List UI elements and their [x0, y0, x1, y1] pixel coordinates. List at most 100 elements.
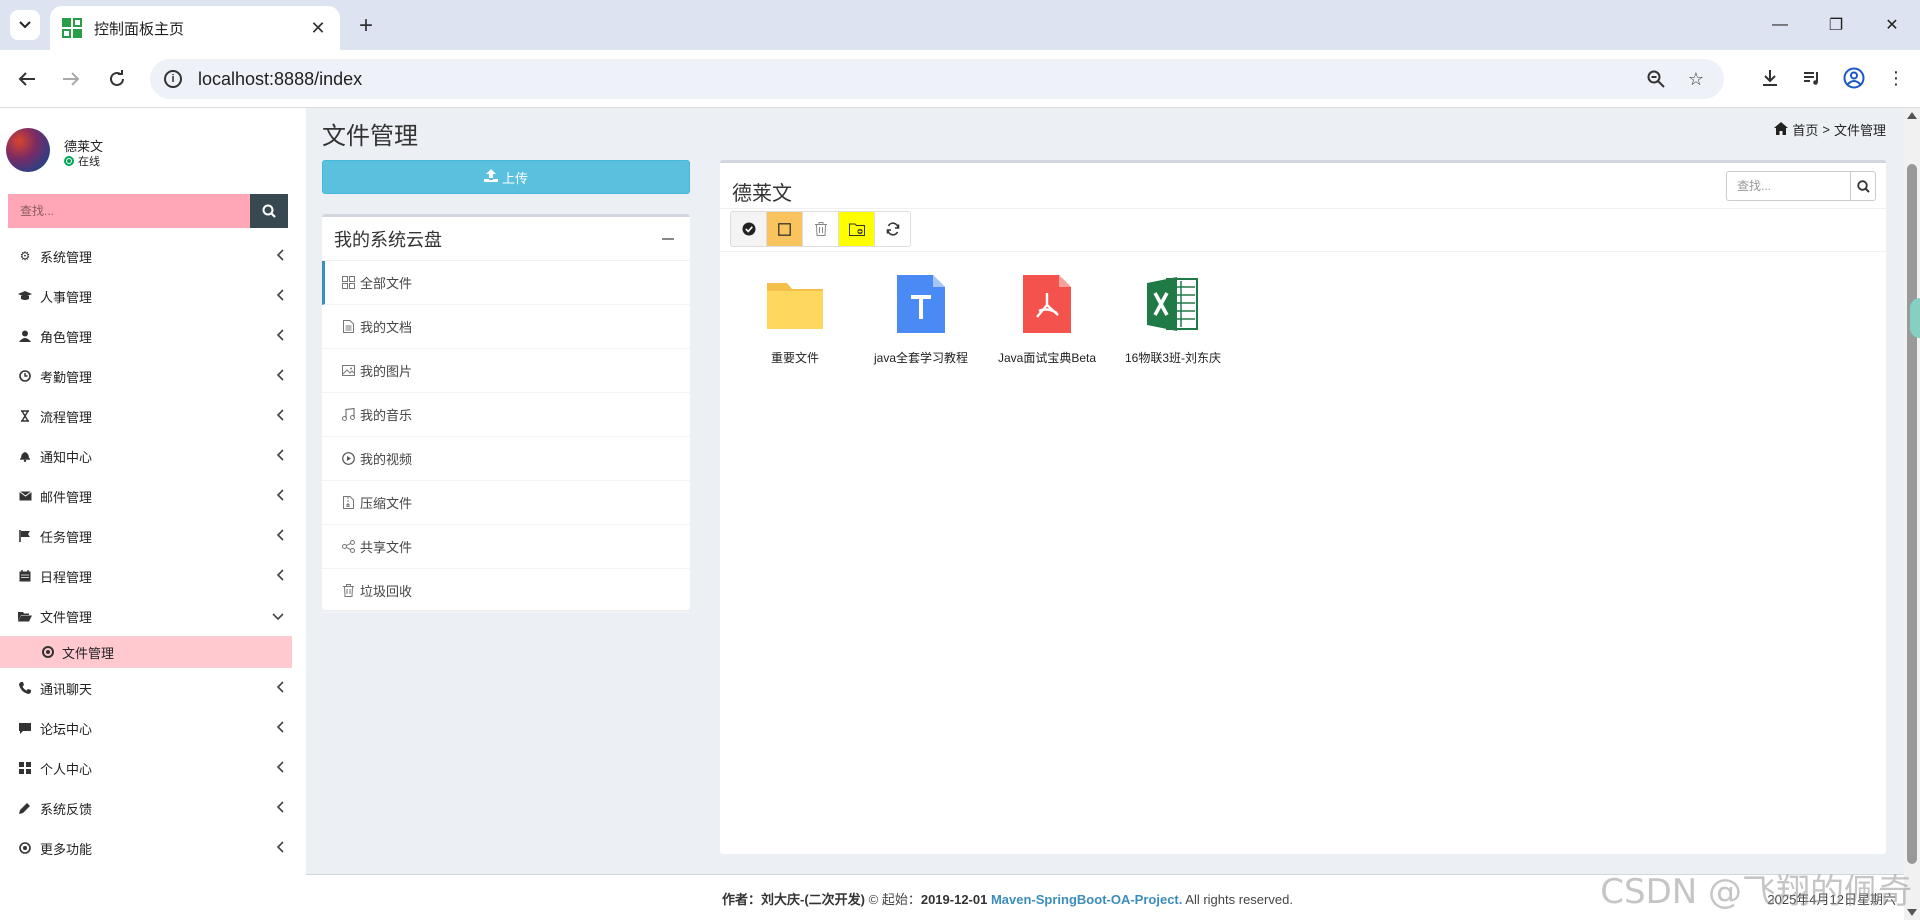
pdf-file-icon — [1017, 273, 1077, 335]
home-icon — [1774, 122, 1788, 138]
sidebar-item-more[interactable]: 更多功能 — [0, 828, 292, 868]
sidebar-item-mail[interactable]: 邮件管理 — [0, 476, 292, 516]
sidebar-subitem-file-manage[interactable]: 文件管理 — [0, 636, 292, 668]
close-window-button[interactable]: ✕ — [1864, 0, 1920, 50]
folder-item-docs[interactable]: 我的文档 — [322, 305, 690, 349]
chevron-down-icon — [19, 21, 31, 29]
folder-item-label: 我的图片 — [360, 361, 412, 380]
share-icon — [340, 539, 356, 555]
reload-icon — [108, 70, 126, 88]
cloud-drive-header: 我的系统云盘 — [322, 217, 690, 261]
folder-item-all[interactable]: 全部文件 — [322, 261, 690, 305]
folder-item-shared[interactable]: 共享文件 — [322, 525, 690, 569]
download-icon[interactable] — [1756, 64, 1784, 92]
upload-button[interactable]: 上传 — [322, 160, 690, 194]
url-text[interactable]: localhost:8888/index — [198, 69, 1630, 90]
files-panel: 德莱文 重要文件 — [720, 160, 1886, 854]
files-toolbar — [730, 211, 911, 247]
files-search-button[interactable] — [1850, 171, 1876, 201]
chevron-left-icon — [276, 568, 284, 584]
file-name: 16物联3班-刘东庆 — [1115, 349, 1231, 366]
trash-icon — [815, 222, 827, 236]
page-scrollbar[interactable] — [1904, 108, 1920, 920]
file-tile-text-doc[interactable]: java全套学习教程 — [858, 273, 984, 366]
file-tile-excel[interactable]: 16物联3班-刘东庆 — [1110, 273, 1236, 366]
tab-title: 控制面板主页 — [94, 18, 308, 39]
sidebar-item-process[interactable]: 流程管理 — [0, 396, 292, 436]
sidebar-item-label: 论坛中心 — [40, 719, 92, 738]
search-icon — [1857, 180, 1870, 193]
zoom-icon[interactable] — [1642, 65, 1670, 93]
tab-search-button[interactable] — [10, 10, 40, 40]
new-tab-button[interactable]: + — [352, 12, 380, 40]
move-folder-button[interactable] — [838, 211, 875, 247]
folder-item-label: 垃圾回收 — [360, 581, 412, 600]
address-bar[interactable]: i localhost:8888/index ☆ — [150, 59, 1724, 99]
bell-icon — [18, 449, 32, 463]
chevron-left-icon — [276, 680, 284, 696]
grid-icon — [18, 761, 32, 775]
browser-tab[interactable]: 控制面板主页 ✕ — [50, 6, 340, 50]
kebab-menu-icon[interactable]: ⋮ — [1882, 64, 1910, 92]
chevron-left-icon — [276, 800, 284, 816]
folder-item-video[interactable]: 我的视频 — [322, 437, 690, 481]
side-panel-handle[interactable] — [1910, 298, 1920, 338]
sidebar-item-notice[interactable]: 通知中心 — [0, 436, 292, 476]
chevron-left-icon — [276, 408, 284, 424]
profile-icon[interactable] — [1840, 64, 1868, 92]
refresh-button[interactable] — [874, 211, 911, 247]
sidebar-item-hr[interactable]: 人事管理 — [0, 276, 292, 316]
scroll-thumb[interactable] — [1907, 164, 1917, 864]
chevron-left-icon — [276, 840, 284, 856]
sidebar-item-chat[interactable]: 通讯聊天 — [0, 668, 292, 708]
folder-item-zip[interactable]: 压缩文件 — [322, 481, 690, 525]
bookmark-star-icon[interactable]: ☆ — [1682, 65, 1710, 93]
sidebar-item-file[interactable]: 文件管理 — [0, 596, 292, 636]
user-icon — [18, 329, 32, 343]
avatar — [6, 128, 50, 172]
media-playlist-icon[interactable] — [1798, 64, 1826, 92]
zip-file-icon — [340, 495, 356, 511]
folder-item-trash[interactable]: 垃圾回收 — [322, 569, 690, 613]
delete-button[interactable] — [802, 211, 839, 247]
image-icon — [340, 363, 356, 379]
minimize-button[interactable]: — — [1752, 0, 1808, 50]
chevron-left-icon — [276, 760, 284, 776]
select-none-button[interactable] — [766, 211, 803, 247]
sidebar-item-label: 任务管理 — [40, 527, 92, 546]
sidebar-item-personal[interactable]: 个人中心 — [0, 748, 292, 788]
files-search — [1726, 171, 1876, 201]
forward-button[interactable] — [56, 64, 86, 94]
sidebar-item-label: 日程管理 — [40, 567, 92, 586]
sidebar-search-button[interactable] — [250, 194, 288, 228]
scroll-up-arrow-icon[interactable] — [1907, 112, 1917, 119]
sidebar-item-role[interactable]: 角色管理 — [0, 316, 292, 356]
footer-project-link[interactable]: Maven-SpringBoot-OA-Project. — [991, 892, 1182, 907]
sidebar-search-input[interactable] — [8, 194, 250, 228]
chevron-left-icon — [276, 448, 284, 464]
chevron-left-icon — [276, 488, 284, 504]
sidebar-item-schedule[interactable]: 日程管理 — [0, 556, 292, 596]
collapse-minus-icon[interactable] — [662, 238, 674, 240]
file-tile-folder[interactable]: 重要文件 — [732, 273, 858, 366]
browser-toolbar: i localhost:8888/index ☆ ⋮ — [0, 50, 1920, 108]
site-info-icon[interactable]: i — [164, 70, 182, 88]
music-icon — [340, 407, 356, 423]
reload-button[interactable] — [102, 64, 132, 94]
breadcrumb-home-link[interactable]: 首页 — [1792, 120, 1818, 139]
sidebar-item-feedback[interactable]: 系统反馈 — [0, 788, 292, 828]
sidebar-item-attendance[interactable]: 考勤管理 — [0, 356, 292, 396]
file-tile-pdf[interactable]: Java面试宝典Beta — [984, 273, 1110, 366]
sidebar-item-system[interactable]: ⚙ 系统管理 — [0, 236, 292, 276]
cloud-drive-panel: 我的系统云盘 全部文件 我的文档 我的图片 我的音乐 我的视频 压缩文件 — [322, 214, 690, 610]
folder-item-label: 共享文件 — [360, 537, 412, 556]
tab-close-icon[interactable]: ✕ — [308, 18, 328, 39]
sidebar-item-forum[interactable]: 论坛中心 — [0, 708, 292, 748]
sidebar-item-task[interactable]: 任务管理 — [0, 516, 292, 556]
check-all-button[interactable] — [730, 211, 767, 247]
folder-item-music[interactable]: 我的音乐 — [322, 393, 690, 437]
folder-item-images[interactable]: 我的图片 — [322, 349, 690, 393]
restore-button[interactable]: ❐ — [1808, 0, 1864, 50]
back-button[interactable] — [12, 64, 42, 94]
files-search-input[interactable] — [1726, 171, 1850, 201]
